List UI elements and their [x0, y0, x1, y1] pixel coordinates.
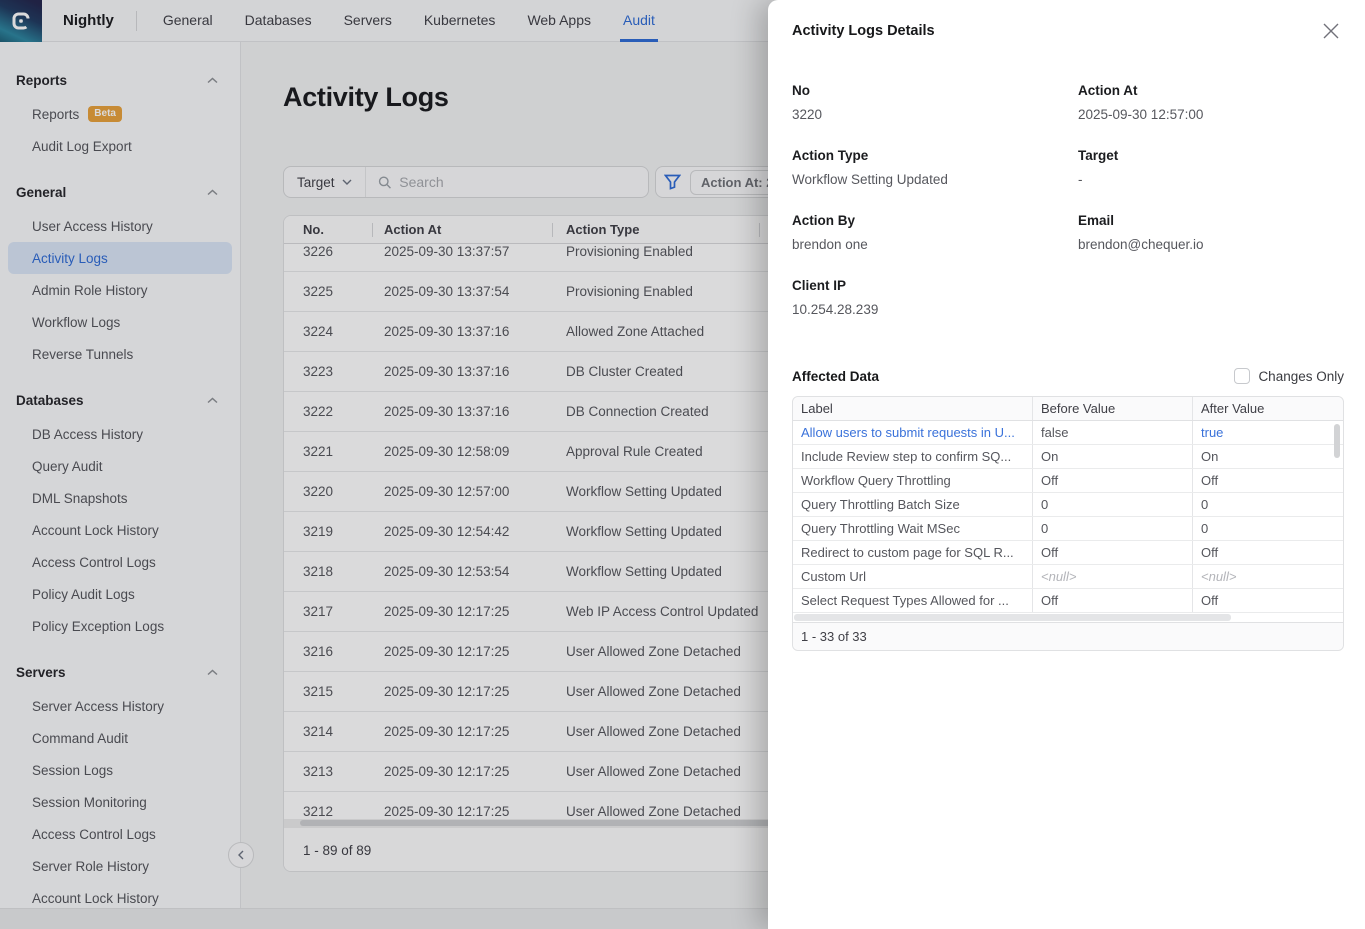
field-label: Action Type — [792, 148, 1078, 163]
field-value: 3220 — [792, 107, 1078, 122]
affected-label-cell: Workflow Query Throttling — [793, 469, 1033, 492]
detail-field-client-ip: Client IP 10.254.28.239 — [792, 278, 1078, 317]
affected-table-body: Allow users to submit requests in U...fa… — [793, 421, 1343, 613]
detail-fields: No3220Action At2025-09-30 12:57:00Action… — [792, 83, 1344, 317]
column-header-after-value: After Value — [1193, 397, 1343, 420]
field-label: No — [792, 83, 1078, 98]
affected-pagination: 1 - 33 of 33 — [793, 622, 1343, 650]
affected-horizontal-scrollbar-thumb[interactable] — [794, 614, 1231, 621]
column-header-before-value: Before Value — [1033, 397, 1193, 420]
detail-field-no: No 3220 — [792, 83, 1078, 122]
affected-after-cell: Off — [1193, 469, 1343, 492]
column-header-label: Label — [793, 397, 1033, 420]
affected-label-cell: Query Throttling Wait MSec — [793, 517, 1033, 540]
affected-after-cell: On — [1193, 445, 1343, 468]
affected-row: Include Review step to confirm SQ...OnOn — [793, 445, 1343, 469]
affected-horizontal-scrollbar — [793, 613, 1343, 622]
field-label: Action At — [1078, 83, 1344, 98]
detail-field-target: Target - — [1078, 148, 1344, 187]
affected-before-cell: Off — [1033, 589, 1193, 612]
detail-field-action-type: Action Type Workflow Setting Updated — [792, 148, 1078, 187]
detail-field-email: Email brendon@chequer.io — [1078, 213, 1344, 252]
affected-data-header: Affected Data Changes Only — [792, 368, 1344, 384]
changes-only-toggle[interactable]: Changes Only — [1234, 368, 1344, 384]
field-label: Email — [1078, 213, 1344, 228]
drawer-title: Activity Logs Details — [792, 23, 935, 39]
field-value: 10.254.28.239 — [792, 302, 1078, 317]
field-value: - — [1078, 172, 1344, 187]
close-icon — [1321, 21, 1341, 41]
detail-field-action-at: Action At 2025-09-30 12:57:00 — [1078, 83, 1344, 122]
affected-before-cell: On — [1033, 445, 1193, 468]
field-value: brendon one — [792, 237, 1078, 252]
affected-before-cell: Off — [1033, 541, 1193, 564]
affected-after-cell: <null> — [1193, 565, 1343, 588]
affected-row: Select Request Types Allowed for ...OffO… — [793, 589, 1343, 613]
affected-row: Redirect to custom page for SQL R...OffO… — [793, 541, 1343, 565]
detail-field-action-by: Action By brendon one — [792, 213, 1078, 252]
affected-before-cell: 0 — [1033, 493, 1193, 516]
details-drawer: Activity Logs Details No 3220Action At 202… — [768, 0, 1365, 929]
affected-before-cell: false — [1033, 421, 1193, 444]
affected-data-table: Label Before Value After Value Allow use… — [792, 396, 1344, 651]
affected-row: Custom Url<null><null> — [793, 565, 1343, 589]
field-value: Workflow Setting Updated — [792, 172, 1078, 187]
affected-after-cell: Off — [1193, 589, 1343, 612]
vertical-scrollbar-thumb[interactable] — [1334, 424, 1340, 458]
affected-before-cell: <null> — [1033, 565, 1193, 588]
field-value: 2025-09-30 12:57:00 — [1078, 107, 1344, 122]
affected-row: Query Throttling Wait MSec00 — [793, 517, 1343, 541]
affected-after-cell: Off — [1193, 541, 1343, 564]
affected-header-row: Label Before Value After Value — [793, 397, 1343, 421]
field-label: Target — [1078, 148, 1344, 163]
changes-only-checkbox[interactable] — [1234, 368, 1250, 384]
affected-label-cell[interactable]: Allow users to submit requests in U... — [793, 421, 1033, 444]
affected-before-cell: Off — [1033, 469, 1193, 492]
affected-data-title: Affected Data — [792, 369, 879, 384]
affected-label-cell: Include Review step to confirm SQ... — [793, 445, 1033, 468]
affected-after-cell: 0 — [1193, 517, 1343, 540]
changes-only-label: Changes Only — [1258, 369, 1344, 384]
affected-row: Allow users to submit requests in U...fa… — [793, 421, 1343, 445]
affected-before-cell: 0 — [1033, 517, 1193, 540]
field-value: brendon@chequer.io — [1078, 237, 1344, 252]
field-label: Action By — [792, 213, 1078, 228]
affected-label-cell: Select Request Types Allowed for ... — [793, 589, 1033, 612]
affected-label-cell: Redirect to custom page for SQL R... — [793, 541, 1033, 564]
field-label: Client IP — [792, 278, 1078, 293]
affected-after-cell[interactable]: true — [1193, 421, 1343, 444]
affected-label-cell: Custom Url — [793, 565, 1033, 588]
close-button[interactable] — [1319, 19, 1343, 43]
affected-row: Query Throttling Batch Size00 — [793, 493, 1343, 517]
affected-row: Workflow Query ThrottlingOffOff — [793, 469, 1343, 493]
affected-after-cell: 0 — [1193, 493, 1343, 516]
affected-label-cell: Query Throttling Batch Size — [793, 493, 1033, 516]
